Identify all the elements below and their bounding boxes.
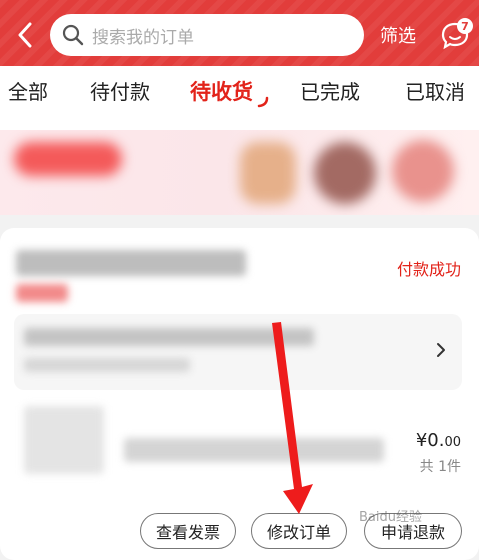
address-line-blurred [24, 358, 190, 372]
price-main: ¥0. [415, 430, 445, 451]
chevron-right-icon [437, 343, 445, 357]
message-button[interactable]: 7 [440, 18, 473, 52]
banner-product-image [314, 142, 376, 204]
order-tabs: 全部 待付款 待收货 已完成 已取消 [0, 66, 479, 130]
active-tab-indicator-icon [257, 96, 269, 108]
address-line-blurred [24, 328, 314, 346]
order-status: 付款成功 [396, 260, 461, 279]
tab-all[interactable]: 全部 [8, 76, 48, 105]
watermark: Baidu经验 [359, 510, 422, 525]
search-icon [62, 24, 84, 46]
promo-banner[interactable] [0, 130, 479, 215]
store-name-blurred [16, 250, 246, 276]
view-invoice-button[interactable]: 查看发票 [140, 513, 236, 549]
back-button[interactable] [12, 20, 38, 50]
item-quantity: 共 1件 [419, 459, 461, 475]
filter-button[interactable]: 筛选 [380, 22, 416, 48]
tab-cancelled[interactable]: 已取消 [405, 76, 465, 105]
banner-product-image [240, 142, 296, 204]
search-bar[interactable]: 搜索我的订单 [50, 14, 364, 56]
tab-pending-receipt[interactable]: 待收货 [190, 76, 253, 106]
banner-product-image [392, 140, 454, 202]
search-placeholder: 搜索我的订单 [92, 27, 194, 48]
top-bar: 搜索我的订单 筛选 7 [0, 0, 479, 66]
store-tag-blurred [16, 284, 68, 302]
modify-order-button[interactable]: 修改订单 [251, 513, 347, 549]
product-title-blurred [124, 438, 384, 462]
banner-blur-label [14, 142, 122, 176]
tab-completed[interactable]: 已完成 [300, 76, 360, 105]
price-cents: 00 [444, 435, 461, 450]
order-price: ¥0.00 [416, 430, 461, 451]
tab-pending-payment[interactable]: 待付款 [90, 76, 150, 105]
delivery-address-row[interactable] [14, 314, 462, 390]
message-count-badge: 7 [457, 18, 473, 34]
product-image-blurred [24, 406, 104, 474]
back-arrow-icon [18, 22, 32, 48]
